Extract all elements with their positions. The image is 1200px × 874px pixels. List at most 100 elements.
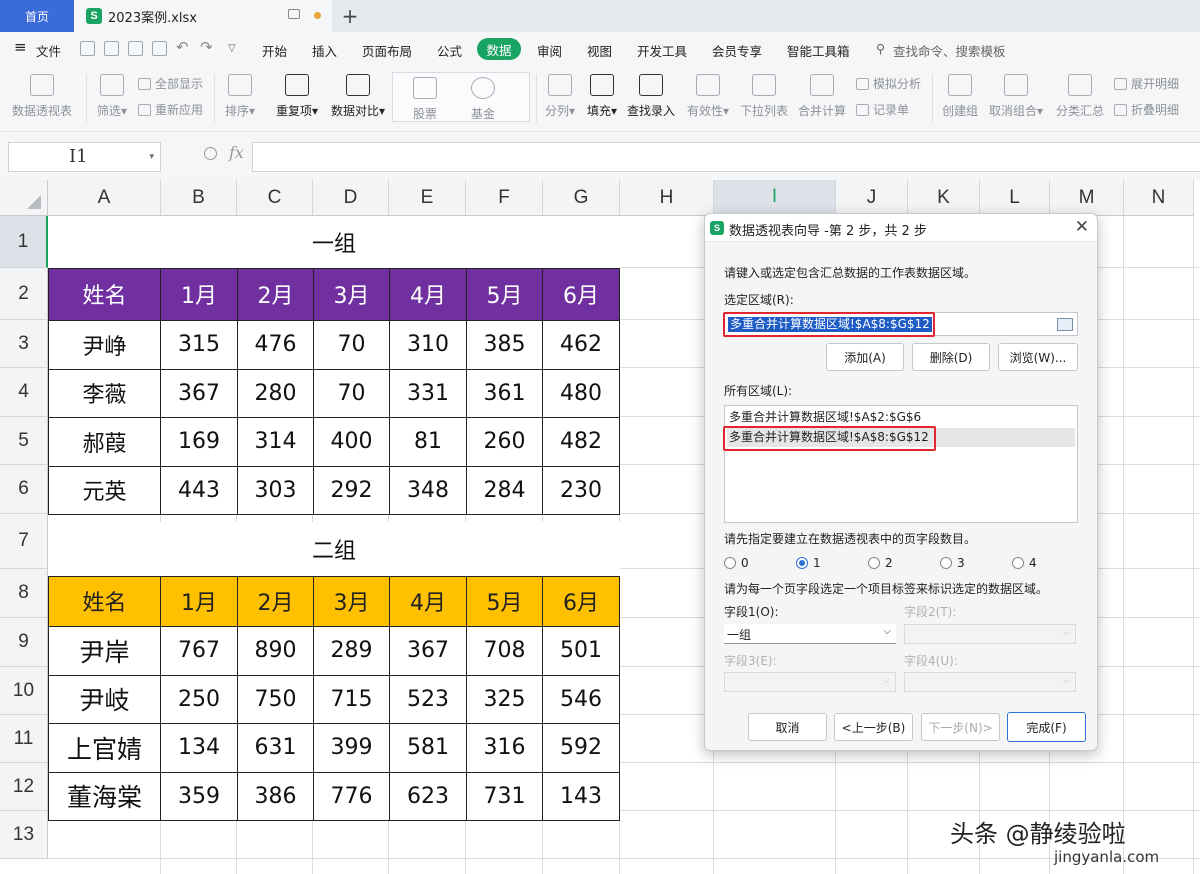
- header-cell[interactable]: 3月: [313, 575, 390, 627]
- value-cell[interactable]: 480: [541, 368, 621, 418]
- column-header-j[interactable]: J: [836, 180, 908, 216]
- value-cell[interactable]: 230: [541, 465, 621, 515]
- value-cell[interactable]: 361: [466, 368, 543, 418]
- name-cell[interactable]: 元英: [48, 465, 161, 515]
- zoom-icon[interactable]: [204, 147, 217, 160]
- validity-button[interactable]: 有效性▾: [684, 74, 732, 119]
- formula-input[interactable]: [252, 142, 1200, 172]
- value-cell[interactable]: 708: [466, 625, 543, 676]
- sort-button[interactable]: 排序▾: [222, 74, 258, 119]
- name-cell[interactable]: 李薇: [48, 368, 161, 418]
- value-cell[interactable]: 284: [466, 465, 543, 515]
- row-header-6[interactable]: 6: [0, 465, 48, 514]
- menu-start[interactable]: 开始: [262, 41, 287, 60]
- range-list-item[interactable]: 多重合并计算数据区域!$A$2:$G$6: [727, 408, 1075, 427]
- fill-button[interactable]: 填充▾: [584, 74, 620, 119]
- column-header-i[interactable]: I: [714, 180, 836, 216]
- value-cell[interactable]: 592: [541, 722, 621, 773]
- lookup-entry-button[interactable]: 查找录入: [626, 74, 676, 119]
- delete-button[interactable]: 删除(D): [912, 343, 990, 371]
- expand-detail-button[interactable]: 展开明细: [1114, 75, 1179, 92]
- all-ranges-list[interactable]: 多重合并计算数据区域!$A$2:$G$6 多重合并计算数据区域!$A$8:$G$…: [724, 405, 1078, 523]
- previous-step-button[interactable]: <上一步(B): [834, 713, 913, 741]
- what-if-button[interactable]: 模拟分析: [856, 75, 921, 92]
- value-cell[interactable]: 292: [313, 465, 390, 515]
- field1-select[interactable]: 一组 ⌵: [724, 624, 896, 644]
- monitor-icon[interactable]: [288, 9, 300, 19]
- tab-file[interactable]: S 2023案例.xlsx: [74, 0, 332, 32]
- value-cell[interactable]: 314: [237, 416, 314, 467]
- hamburger-icon[interactable]: ≡: [14, 38, 27, 56]
- header-cell[interactable]: 4月: [389, 575, 467, 627]
- column-header-m[interactable]: M: [1050, 180, 1124, 216]
- column-header-d[interactable]: D: [313, 180, 389, 216]
- value-cell[interactable]: 400: [313, 416, 390, 467]
- value-cell[interactable]: 523: [389, 674, 467, 724]
- value-cell[interactable]: 316: [466, 722, 543, 773]
- menu-insert[interactable]: 插入: [312, 41, 337, 60]
- search-icon[interactable]: ⚲: [876, 41, 885, 56]
- value-cell[interactable]: 169: [160, 416, 238, 467]
- print-icon[interactable]: [128, 41, 143, 56]
- column-header-n[interactable]: N: [1124, 180, 1194, 216]
- subtotal-button[interactable]: 分类汇总: [1054, 74, 1106, 119]
- header-cell[interactable]: 6月: [541, 267, 621, 321]
- value-cell[interactable]: 890: [237, 625, 314, 676]
- menu-data[interactable]: 数据: [477, 38, 521, 60]
- function-icon[interactable]: fx: [229, 143, 244, 162]
- value-cell[interactable]: 501: [541, 625, 621, 676]
- preview-icon[interactable]: [152, 41, 167, 56]
- column-header-l[interactable]: L: [980, 180, 1050, 216]
- column-header-e[interactable]: E: [389, 180, 466, 216]
- name-box[interactable]: I1 ▾: [8, 142, 161, 172]
- range-picker-icon[interactable]: [1057, 318, 1073, 331]
- header-cell[interactable]: 5月: [466, 575, 543, 627]
- create-group-button[interactable]: 创建组: [940, 74, 980, 119]
- row-header-11[interactable]: 11: [0, 715, 48, 763]
- stock-button[interactable]: 股票: [407, 77, 443, 122]
- name-cell[interactable]: 董海棠: [48, 771, 161, 821]
- menu-developer[interactable]: 开发工具: [637, 41, 687, 60]
- value-cell[interactable]: 367: [160, 368, 238, 418]
- group1-title[interactable]: 一组: [48, 216, 620, 268]
- radio-1[interactable]: 1: [796, 556, 821, 570]
- row-header-8[interactable]: 8: [0, 569, 48, 618]
- record-form-button[interactable]: 记录单: [856, 101, 909, 118]
- new-tab-button[interactable]: +: [340, 2, 360, 30]
- value-cell[interactable]: 81: [389, 416, 467, 467]
- pivot-table-button[interactable]: 数据透视表: [10, 74, 74, 119]
- value-cell[interactable]: 546: [541, 674, 621, 724]
- radio-2[interactable]: 2: [868, 556, 893, 570]
- command-search[interactable]: 查找命令、搜索模板: [893, 41, 1006, 60]
- name-cell[interactable]: 上官婧: [48, 722, 161, 773]
- value-cell[interactable]: 134: [160, 722, 238, 773]
- value-cell[interactable]: 776: [313, 771, 390, 821]
- row-header-3[interactable]: 3: [0, 320, 48, 368]
- fund-button[interactable]: 基金: [465, 77, 501, 122]
- value-cell[interactable]: 731: [466, 771, 543, 821]
- cancel-button[interactable]: 取消: [748, 713, 827, 741]
- menu-member[interactable]: 会员专享: [712, 41, 762, 60]
- group2-title[interactable]: 二组: [48, 522, 620, 576]
- value-cell[interactable]: 260: [466, 416, 543, 467]
- add-button[interactable]: 添加(A): [826, 343, 904, 371]
- value-cell[interactable]: 386: [237, 771, 314, 821]
- name-cell[interactable]: 尹峥: [48, 319, 161, 370]
- column-header-g[interactable]: G: [543, 180, 620, 216]
- header-cell[interactable]: 4月: [389, 267, 467, 321]
- header-cell[interactable]: 2月: [237, 575, 314, 627]
- column-header-b[interactable]: B: [161, 180, 237, 216]
- redo-icon[interactable]: ↷: [200, 38, 213, 56]
- value-cell[interactable]: 70: [313, 319, 390, 370]
- tab-home[interactable]: 首页: [0, 0, 74, 32]
- collapse-detail-button[interactable]: 折叠明细: [1114, 101, 1179, 118]
- name-cell[interactable]: 尹岐: [48, 674, 161, 724]
- value-cell[interactable]: 385: [466, 319, 543, 370]
- split-column-button[interactable]: 分列▾: [542, 74, 578, 119]
- column-header-h[interactable]: H: [620, 180, 714, 216]
- value-cell[interactable]: 443: [160, 465, 238, 515]
- data-compare-button[interactable]: 数据对比▾: [328, 74, 388, 119]
- value-cell[interactable]: 631: [237, 722, 314, 773]
- value-cell[interactable]: 70: [313, 368, 390, 418]
- duplicates-button[interactable]: 重复项▾: [272, 74, 322, 119]
